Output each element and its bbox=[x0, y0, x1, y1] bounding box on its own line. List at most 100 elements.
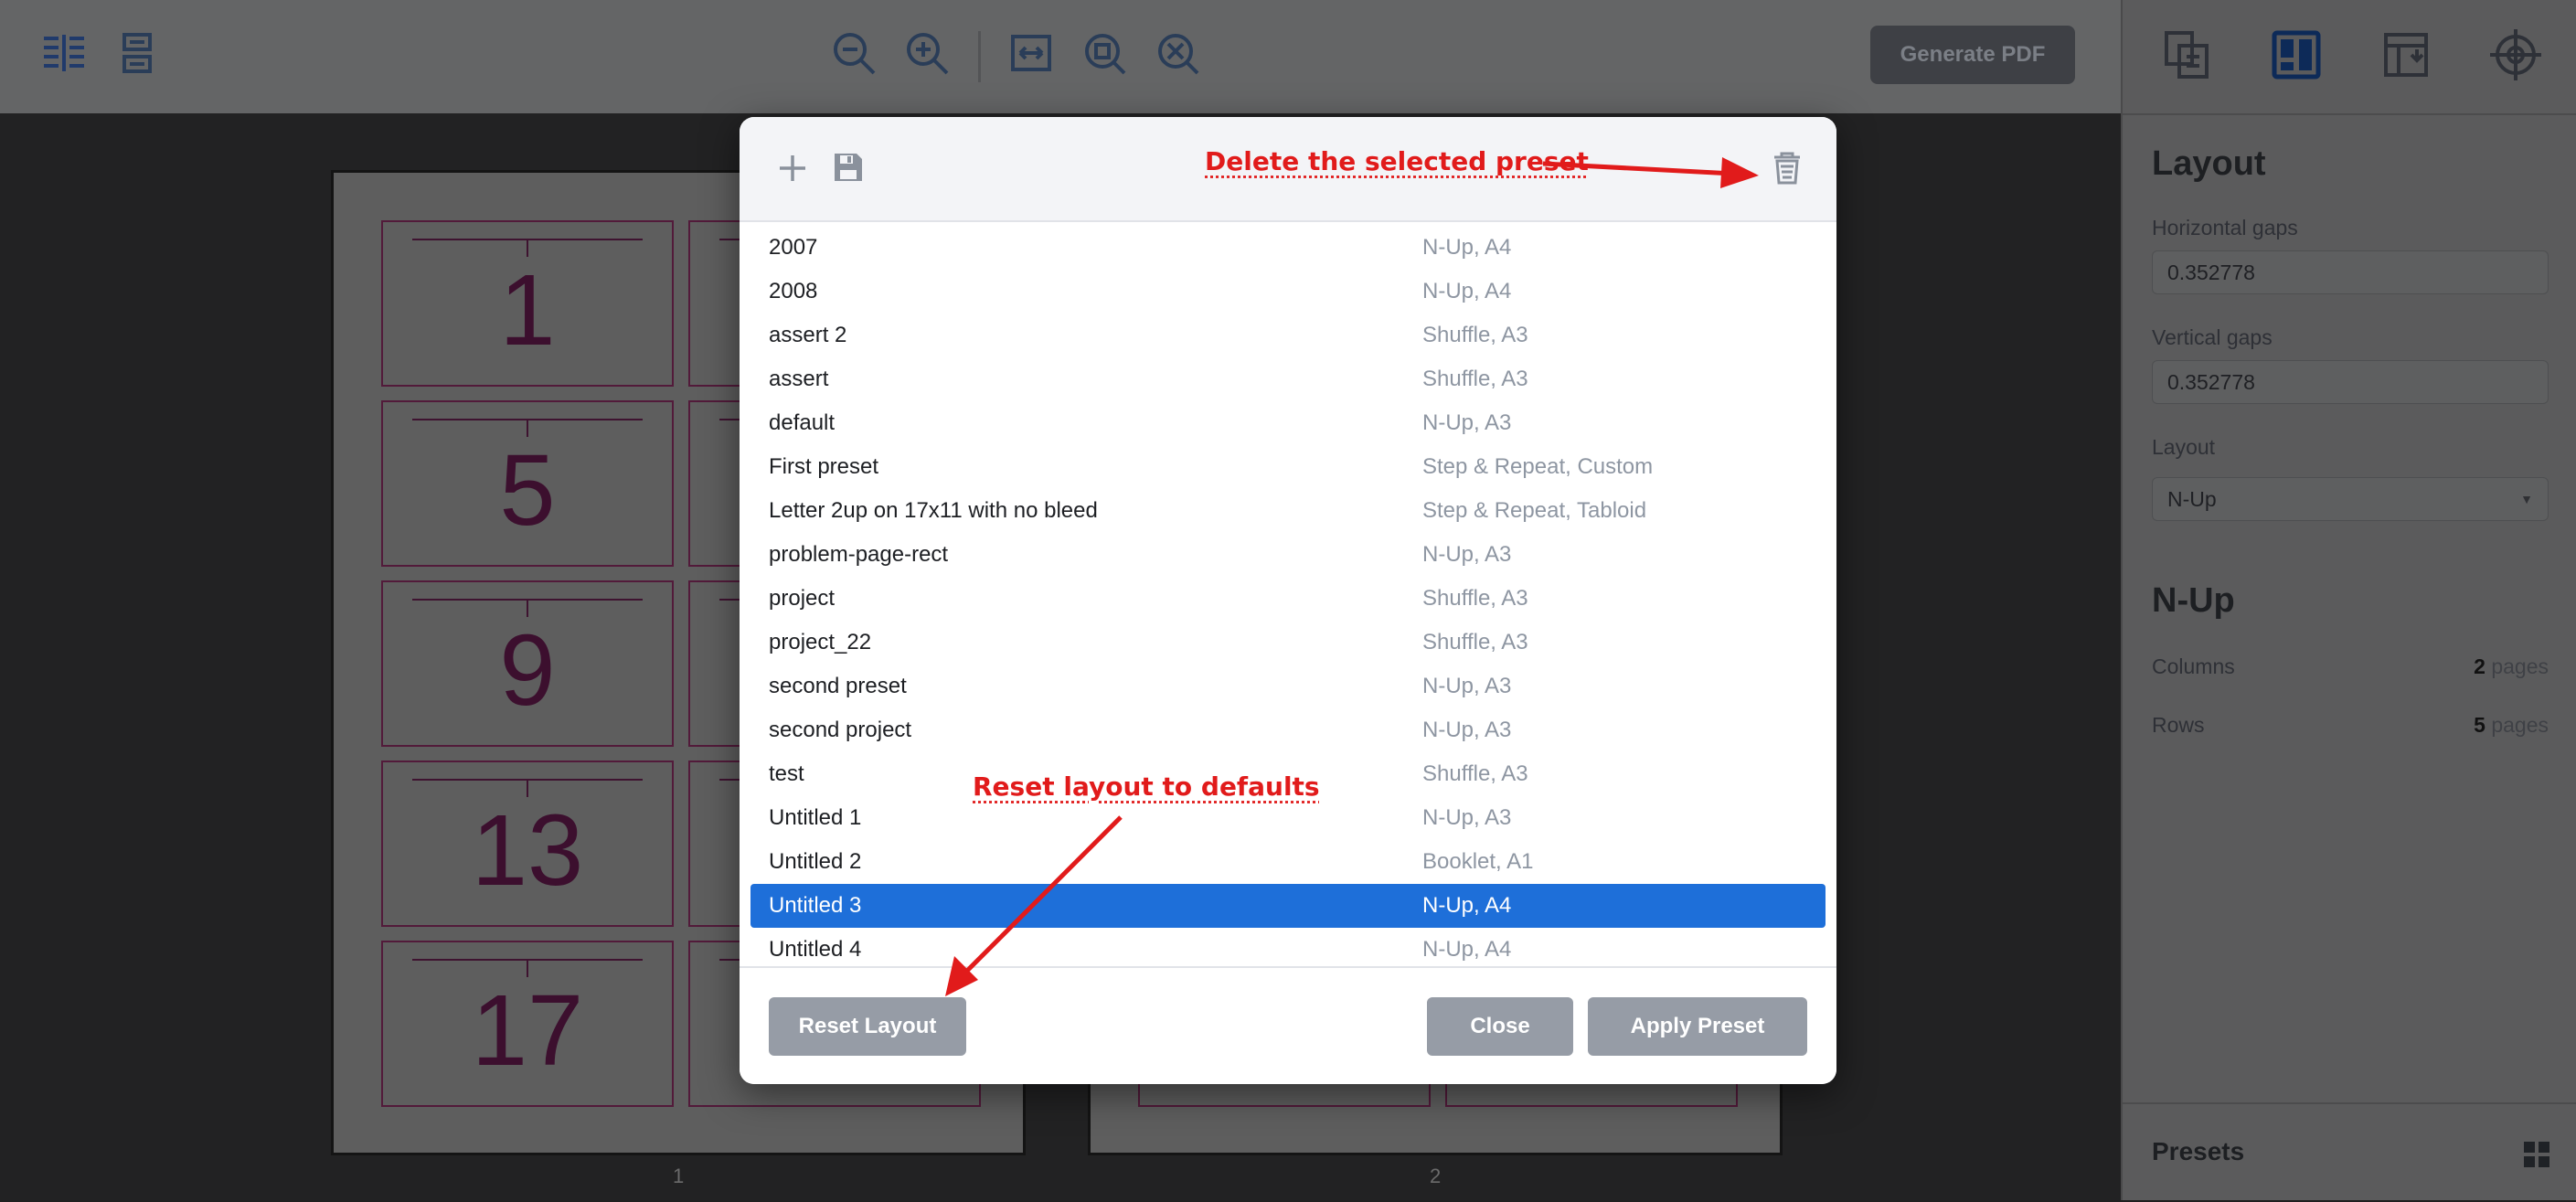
preset-meta: N-Up, A3 bbox=[1422, 796, 1511, 840]
presets-dialog: 2007 N-Up, A4 2008 N-Up, A4 assert 2 Shuffle,… bbox=[740, 117, 1836, 1084]
page-number: 5 bbox=[383, 431, 672, 550]
preset-row[interactable]: problem-page-rect N-Up, A3 bbox=[750, 533, 1826, 577]
preset-name: assert 2 bbox=[769, 314, 846, 357]
nup-section-title: N-Up bbox=[2152, 581, 2235, 621]
apply-preset-button[interactable]: Apply Preset bbox=[1588, 997, 1807, 1056]
rows-stat: Rows 5 pages bbox=[2152, 713, 2549, 738]
presets-title: Presets bbox=[2152, 1137, 2244, 1166]
preset-row[interactable]: Letter 2up on 17x11 with no bleed Step & … bbox=[750, 489, 1826, 533]
toolbar-divider bbox=[978, 31, 981, 82]
close-button[interactable]: Close bbox=[1427, 997, 1573, 1056]
preset-meta: N-Up, A4 bbox=[1422, 226, 1511, 270]
panel-tabs bbox=[2123, 0, 2576, 115]
page-cell: 9 bbox=[381, 580, 674, 747]
fit-page-icon[interactable] bbox=[1079, 27, 1130, 79]
preset-row[interactable]: First preset Step & Repeat, Custom bbox=[750, 445, 1826, 489]
preset-meta: Booklet, A1 bbox=[1422, 840, 1533, 884]
preset-meta: Shuffle, A3 bbox=[1422, 621, 1528, 665]
two-column-view-icon[interactable] bbox=[38, 27, 90, 79]
preset-name: assert bbox=[769, 357, 828, 401]
page-cell: 13 bbox=[381, 761, 674, 927]
reset-layout-button[interactable]: Reset Layout bbox=[769, 997, 966, 1056]
rows-value[interactable]: 5 bbox=[2474, 713, 2486, 737]
preset-name: 2008 bbox=[769, 270, 817, 314]
preset-row[interactable]: default N-Up, A3 bbox=[750, 401, 1826, 445]
preset-meta: N-Up, A3 bbox=[1422, 665, 1511, 708]
properties-panel: Layout Horizontal gaps 0.352778 Vertical… bbox=[2121, 0, 2576, 1200]
preset-row[interactable]: Untitled 2 Booklet, A1 bbox=[750, 840, 1826, 884]
layout-section-title: Layout bbox=[2152, 144, 2266, 184]
save-preset-icon[interactable] bbox=[833, 152, 864, 183]
preset-meta: Shuffle, A3 bbox=[1422, 752, 1528, 796]
preset-row[interactable]: 2007 N-Up, A4 bbox=[750, 226, 1826, 270]
pages-tab-icon[interactable] bbox=[2159, 27, 2214, 82]
layout-tab-icon[interactable] bbox=[2269, 27, 2324, 82]
add-preset-icon[interactable] bbox=[776, 152, 809, 185]
preset-name: First preset bbox=[769, 445, 878, 489]
zoom-in-icon[interactable] bbox=[901, 27, 953, 79]
preset-name: test bbox=[769, 752, 804, 796]
preset-name: 2007 bbox=[769, 226, 817, 270]
preset-name: Untitled 3 bbox=[769, 884, 861, 928]
preset-meta: Shuffle, A3 bbox=[1422, 577, 1528, 621]
horizontal-gaps-label: Horizontal gaps bbox=[2152, 216, 2298, 240]
preset-row[interactable]: 2008 N-Up, A4 bbox=[750, 270, 1826, 314]
delete-preset-annotation: Delete the selected preset bbox=[1205, 146, 1589, 176]
preset-name: Letter 2up on 17x11 with no bleed bbox=[769, 489, 1098, 533]
preset-meta: Shuffle, A3 bbox=[1422, 314, 1528, 357]
preset-meta: N-Up, A4 bbox=[1422, 884, 1511, 928]
top-toolbar: Generate PDF bbox=[0, 0, 2121, 113]
preset-meta: N-Up, A3 bbox=[1422, 533, 1511, 577]
page-number: 1 bbox=[383, 251, 672, 370]
preset-name: Untitled 2 bbox=[769, 840, 861, 884]
columns-value[interactable]: 2 bbox=[2474, 654, 2486, 678]
vertical-gaps-input[interactable]: 0.352778 bbox=[2152, 360, 2549, 404]
layout-type-label: Layout bbox=[2152, 435, 2215, 460]
generate-pdf-button[interactable]: Generate PDF bbox=[1870, 26, 2075, 84]
preset-name: second preset bbox=[769, 665, 907, 708]
preset-row[interactable]: second preset N-Up, A3 bbox=[750, 665, 1826, 708]
page-cell: 1 bbox=[381, 220, 674, 387]
sheet-2-label: 2 bbox=[1430, 1165, 1441, 1188]
preset-row[interactable]: assert Shuffle, A3 bbox=[750, 357, 1826, 401]
preset-list[interactable]: 2007 N-Up, A4 2008 N-Up, A4 assert 2 Shuffle,… bbox=[750, 222, 1826, 1072]
preset-row[interactable]: Untitled 1 N-Up, A3 bbox=[750, 796, 1826, 840]
rows-label: Rows bbox=[2152, 713, 2205, 737]
layout-type-select[interactable]: N-Up ▼ bbox=[2152, 477, 2549, 521]
presets-section[interactable]: Presets bbox=[2123, 1102, 2576, 1202]
preset-name: default bbox=[769, 401, 835, 445]
preset-row[interactable]: second project N-Up, A3 bbox=[750, 708, 1826, 752]
fit-width-icon[interactable] bbox=[1006, 27, 1057, 79]
zoom-out-icon[interactable] bbox=[828, 27, 879, 79]
preset-name: Untitled 4 bbox=[769, 928, 861, 972]
registration-tab-icon[interactable] bbox=[2488, 27, 2543, 82]
grid-icon[interactable] bbox=[2523, 1141, 2550, 1168]
sheet-1-label: 1 bbox=[673, 1165, 684, 1188]
marks-tab-icon[interactable] bbox=[2379, 27, 2433, 82]
columns-stat: Columns 2 pages bbox=[2152, 654, 2549, 679]
page-number: 17 bbox=[383, 972, 672, 1090]
rows-unit: pages bbox=[2491, 713, 2549, 737]
preset-name: Untitled 1 bbox=[769, 796, 861, 840]
preset-meta: N-Up, A4 bbox=[1422, 270, 1511, 314]
reset-layout-annotation: Reset layout to defaults bbox=[973, 771, 1320, 802]
preset-row[interactable]: assert 2 Shuffle, A3 bbox=[750, 314, 1826, 357]
preset-meta: Step & Repeat, Tabloid bbox=[1422, 489, 1646, 533]
preset-meta: N-Up, A3 bbox=[1422, 401, 1511, 445]
single-column-view-icon[interactable] bbox=[112, 27, 163, 79]
layout-type-value: N-Up bbox=[2167, 487, 2217, 511]
presets-dialog-footer: Reset Layout Close Apply Preset bbox=[740, 966, 1836, 1084]
preset-row-selected[interactable]: Untitled 3 N-Up, A4 bbox=[750, 884, 1826, 928]
vertical-gaps-label: Vertical gaps bbox=[2152, 325, 2273, 350]
zoom-reset-icon[interactable] bbox=[1152, 27, 1203, 79]
trash-icon[interactable] bbox=[1769, 150, 1805, 186]
preset-row[interactable]: project_22 Shuffle, A3 bbox=[750, 621, 1826, 665]
preset-row[interactable]: Untitled 4 N-Up, A4 bbox=[750, 928, 1826, 972]
page-cell: 17 bbox=[381, 941, 674, 1107]
horizontal-gaps-input[interactable]: 0.352778 bbox=[2152, 250, 2549, 294]
preset-name: project_22 bbox=[769, 621, 871, 665]
preset-meta: N-Up, A3 bbox=[1422, 708, 1511, 752]
columns-label: Columns bbox=[2152, 654, 2235, 678]
preset-row[interactable]: project Shuffle, A3 bbox=[750, 577, 1826, 621]
preset-name: project bbox=[769, 577, 835, 621]
